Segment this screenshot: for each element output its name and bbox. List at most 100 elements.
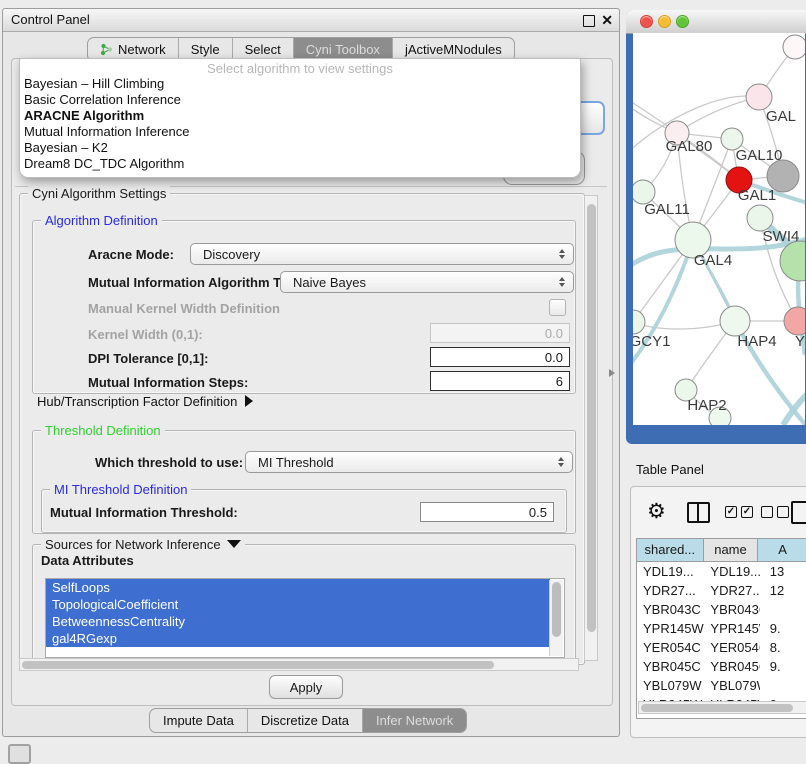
attribute-list-item[interactable]: TopologicalCoefficient [46, 596, 550, 613]
table-cell[interactable] [760, 600, 806, 619]
kernel-width-input[interactable]: 0.0 [430, 323, 570, 343]
table-panel-title: Table Panel [636, 462, 704, 477]
column-header[interactable]: shared... [637, 539, 704, 561]
table-cell[interactable]: 9 [760, 714, 806, 719]
table-row[interactable]: YBR043CYBR043C [637, 600, 806, 619]
table-row[interactable]: YDR27...YDR27...12 [637, 581, 806, 600]
column-header[interactable]: name [704, 539, 759, 561]
algorithm-option[interactable]: Basic Correlation Inference [20, 92, 580, 108]
tab-impute-data[interactable]: Impute Data [150, 709, 247, 732]
table-cell[interactable]: YDL19... [637, 562, 704, 581]
splitter-collapse-icon[interactable] [609, 369, 615, 377]
select-all-icon[interactable]: ✓ [741, 506, 753, 518]
network-node[interactable] [720, 306, 750, 336]
network-node[interactable] [784, 307, 805, 335]
column-header[interactable]: A [758, 539, 806, 561]
algorithm-option[interactable]: Dream8 DC_TDC Algorithm [20, 156, 580, 172]
manual-kernel-checkbox[interactable] [549, 299, 566, 316]
hub-definition-toggle[interactable]: Hub/Transcription Factor Definition [37, 394, 253, 409]
network-node[interactable] [633, 310, 645, 334]
tab-discretize-data[interactable]: Discretize Data [247, 709, 362, 732]
mi-threshold-group-title: MI Threshold Definition [50, 482, 191, 497]
spinner-arrows-icon [559, 249, 565, 259]
attribute-list-item[interactable]: SelfLoops [46, 579, 550, 596]
aracne-mode-select[interactable]: Discovery [190, 243, 574, 265]
float-window-icon[interactable] [583, 15, 595, 27]
close-traffic-light-icon[interactable] [640, 15, 653, 28]
zoom-traffic-light-icon[interactable] [676, 15, 689, 28]
table-row[interactable]: YDL19...YDL19...13 [637, 562, 806, 581]
close-icon[interactable]: ✕ [601, 11, 613, 29]
table-cell[interactable]: YER054C [637, 638, 704, 657]
algorithm-option[interactable]: Bayesian – Hill Climbing [20, 76, 580, 92]
data-attributes-list[interactable]: SelfLoopsTopologicalCoefficientBetweenne… [45, 578, 565, 658]
mi-type-select[interactable]: Naive Bayes [280, 271, 574, 293]
table-cell[interactable]: YER054C [704, 638, 759, 657]
which-threshold-select[interactable]: MI Threshold [245, 451, 573, 473]
table-cell[interactable]: YPR145W [637, 619, 704, 638]
algorithm-option[interactable]: ARACNE Algorithm [20, 108, 580, 124]
tab-infer-network[interactable]: Infer Network [362, 709, 466, 732]
mi-steps-input[interactable]: 6 [430, 371, 570, 391]
table-row[interactable]: YPR145WYPR145W9. [637, 619, 806, 638]
table-cell[interactable]: YBL079W [704, 676, 759, 695]
minimize-traffic-light-icon[interactable] [658, 15, 671, 28]
algorithm-option[interactable]: Bayesian – K2 [20, 140, 580, 156]
table-cell[interactable]: 8. [760, 638, 806, 657]
apply-button[interactable]: Apply [269, 675, 343, 699]
attributes-scrollbar[interactable] [549, 580, 563, 656]
split-columns-icon[interactable] [687, 502, 710, 523]
table-cell[interactable]: 13 [760, 562, 806, 581]
table-cell[interactable]: YDL19... [704, 562, 759, 581]
network-node[interactable] [746, 84, 772, 110]
table-cell[interactable]: YBR045C [704, 657, 759, 676]
document-icon[interactable] [791, 501, 806, 524]
control-panel-titlebar[interactable]: Control Panel ✕ [3, 9, 619, 32]
table-row[interactable]: YBR045CYBR045C9. [637, 657, 806, 676]
dpi-tolerance-input[interactable]: 0.0 [430, 347, 570, 367]
scrollbar-thumb[interactable] [587, 204, 596, 632]
table-row[interactable]: YER054CYER054C8. [637, 638, 806, 657]
table-cell[interactable]: YBL079W [637, 676, 704, 695]
algorithm-option[interactable]: Mutual Information Inference [20, 124, 580, 140]
deselect-all-icon[interactable] [777, 506, 789, 518]
network-node[interactable] [783, 35, 805, 59]
table-cell[interactable]: YBR043C [704, 600, 759, 619]
table-cell[interactable]: YDR27... [637, 581, 704, 600]
table-cell[interactable]: YPR145W [704, 619, 759, 638]
collapsed-panel-icon[interactable] [8, 744, 31, 764]
scrollbar-thumb[interactable] [552, 582, 561, 637]
panel-title: Control Panel [11, 9, 90, 31]
table-cell[interactable]: YIL053C [637, 714, 704, 719]
network-canvas[interactable]: GALGAL80GAL10GAL1GAL11SWI4GAL4GCY1HAP4YH… [633, 33, 805, 425]
mi-threshold-input[interactable]: 0.5 [420, 502, 554, 522]
table-horizontal-scrollbar[interactable] [638, 701, 806, 714]
network-node-label: HAP2 [687, 397, 726, 414]
attribute-list-item[interactable]: gal4RGexp [46, 630, 550, 647]
threshold-definition-title: Threshold Definition [41, 423, 165, 438]
table-cell[interactable]: YDR27... [704, 581, 759, 600]
table-cell[interactable]: YBR045C [637, 657, 704, 676]
scrollbar-thumb[interactable] [22, 661, 494, 669]
table-row[interactable]: YBL079WYBL079W [637, 676, 806, 695]
select-all-icon[interactable]: ✓ [725, 506, 737, 518]
bottom-tabs: Impute Data Discretize Data Infer Networ… [149, 708, 467, 733]
settings-horizontal-scrollbar[interactable] [19, 658, 579, 671]
sources-title[interactable]: Sources for Network Inference [41, 537, 245, 552]
table-cell[interactable] [760, 676, 806, 695]
network-view-window[interactable]: GALGAL80GAL10GAL1GAL11SWI4GAL4GCY1HAP4YH… [626, 10, 806, 444]
table-row[interactable]: YIL053CYIL053C9 [637, 714, 806, 719]
network-node-label: SWI4 [763, 228, 800, 245]
scrollbar-thumb[interactable] [641, 704, 793, 712]
cyni-algorithm-settings-group: Cyni Algorithm Settings Algorithm Defini… [19, 193, 585, 665]
table-cell[interactable]: 12 [760, 581, 806, 600]
table-cell[interactable]: YBR043C [637, 600, 704, 619]
settings-vertical-scrollbar[interactable] [584, 195, 598, 661]
table-cell[interactable]: 9. [760, 619, 806, 638]
gear-icon[interactable]: ⚙ [647, 499, 666, 525]
network-window-titlebar[interactable] [626, 10, 806, 34]
table-cell[interactable]: 9. [760, 657, 806, 676]
table-cell[interactable]: YIL053C [704, 714, 759, 719]
deselect-all-icon[interactable] [761, 506, 773, 518]
attribute-list-item[interactable]: BetweennessCentrality [46, 613, 550, 630]
